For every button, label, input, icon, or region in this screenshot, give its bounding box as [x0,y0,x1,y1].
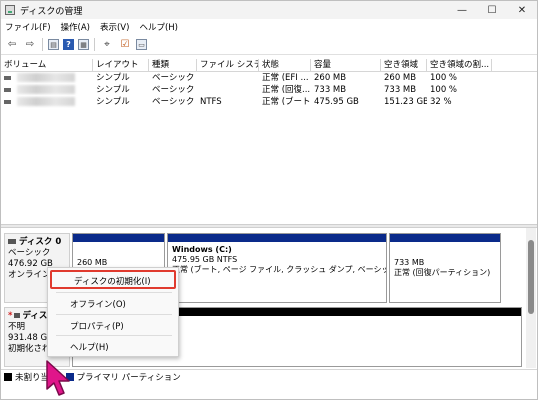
scrollbar-thumb[interactable] [528,240,534,314]
cell-file-system: NTFS [200,97,222,107]
help-icon[interactable]: ? [63,39,74,50]
table-row[interactable]: シンプル ベーシック 正常 (EFI ... 260 MB 260 MB 100… [1,72,537,84]
menu-bar: ファイル(F) 操作(A) 表示(V) ヘルプ(H) [1,19,537,35]
menu-action[interactable]: 操作(A) [61,21,90,33]
volume-list: ボリューム レイアウト 種類 ファイル システム 状態 容量 空き領域 空き領域… [1,59,537,108]
disk-0-name: ディスク 0 [19,237,62,247]
check-icon[interactable]: ☑ [118,38,132,52]
redacted-volume-name [17,85,75,94]
partition-bar [168,234,386,242]
cell-status: 正常 (回復... [262,85,311,95]
cell-capacity: 733 MB [314,85,347,95]
menu-view[interactable]: 表示(V) [100,21,129,33]
cell-capacity: 260 MB [314,73,347,83]
disk-icon [8,239,16,244]
disk-management-icon [5,5,15,15]
cell-file-system [197,84,259,96]
forward-arrow-icon[interactable]: ⇨ [23,38,37,52]
cell-capacity: 475.95 GB [314,97,359,107]
menu-help[interactable]: ヘルプ(H) [139,21,178,33]
partition-bar [390,234,500,242]
column-status[interactable]: 状態 [259,59,311,71]
drive-icon [4,87,11,92]
properties-icon[interactable]: ▦ [78,39,89,50]
partition-recovery-size: 733 MB [394,258,425,267]
drive-icon [4,75,11,80]
partition-c-size: 475.95 GB NTFS [172,255,238,264]
disk-unknown-icon: * [8,311,13,321]
title-bar: ディスクの管理 — ☐ ✕ [1,1,537,19]
maximize-button[interactable]: ☐ [477,1,507,19]
disk-0-type: ベーシック [8,248,51,258]
close-button[interactable]: ✕ [507,1,537,19]
cell-free-space: 733 MB [384,85,417,95]
partition-c-name: Windows (C:) [172,245,232,254]
cell-layout: シンプル [96,73,130,83]
partition-windows-c[interactable]: Windows (C:) 475.95 GB NTFS 正常 (ブート, ページ… [167,233,387,303]
table-row[interactable]: シンプル ベーシック 正常 (回復... 733 MB 733 MB 100 % [1,84,537,96]
disk-icon [14,313,21,318]
context-menu: ディスクの初期化(I) オフライン(O) プロパティ(P) ヘルプ(H) [47,267,179,357]
menu-item-initialize-disk[interactable]: ディスクの初期化(I) [74,275,151,287]
column-file-system[interactable]: ファイル システム [197,59,259,71]
volume-list-header: ボリューム レイアウト 種類 ファイル システム 状態 容量 空き領域 空き領域… [1,59,537,72]
column-volume[interactable]: ボリューム [1,59,93,71]
legend-bar: 未割り当て プライマリ パーティション [1,369,537,383]
cell-type: ベーシック [152,85,195,95]
minimize-button[interactable]: — [447,1,477,19]
cell-type: ベーシック [152,73,195,83]
redacted-volume-name [17,73,75,82]
column-free-space[interactable]: 空き領域 [381,59,427,71]
redacted-volume-name [17,97,75,106]
toolbar-divider [42,38,43,51]
column-type[interactable]: 種類 [149,59,197,71]
mouse-cursor-icon [46,360,70,396]
legend-unallocated-swatch [4,372,12,381]
toolbar-divider [94,38,95,51]
partition-c-status: 正常 (ブート, ページ ファイル, クラッシュ ダンプ, ベーシック データ … [172,265,386,274]
cell-type: ベーシック [152,97,195,107]
window-icon[interactable]: ▭ [136,39,147,50]
cell-percent-free: 100 % [430,73,458,83]
cell-percent-free: 100 % [430,85,458,95]
toolbar: ⇦ ⇨ ▤ ? ▦ ⌖ ☑ ▭ [1,35,537,55]
connect-icon[interactable]: ⌖ [100,38,114,52]
menu-separator [56,292,172,293]
menu-file[interactable]: ファイル(F) [5,21,51,33]
menu-separator [56,314,172,315]
menu-item-help[interactable]: ヘルプ(H) [70,341,109,353]
vertical-scrollbar[interactable] [526,228,536,368]
drive-icon [4,99,11,104]
legend-primary: プライマリ パーティション [76,372,181,383]
cell-status: 正常 (ブート... [262,97,311,107]
disk-management-window: ディスクの管理 — ☐ ✕ ファイル(F) 操作(A) 表示(V) ヘルプ(H)… [0,0,538,400]
back-arrow-icon[interactable]: ⇦ [5,38,19,52]
cell-layout: シンプル [96,97,130,107]
list-view-icon[interactable]: ▤ [48,39,59,50]
cell-percent-free: 32 % [430,97,452,107]
partition-recovery[interactable]: 733 MB 正常 (回復パーティション) [389,233,501,303]
column-layout[interactable]: レイアウト [93,59,149,71]
partition-recovery-status: 正常 (回復パーティション) [394,268,491,277]
menu-item-properties[interactable]: プロパティ(P) [70,320,124,332]
cell-free-space: 151.23 GB [384,97,427,107]
menu-separator [56,335,172,336]
cell-free-space: 260 MB [384,73,417,83]
window-title: ディスクの管理 [20,6,83,17]
cell-status: 正常 (EFI ... [262,73,309,83]
menu-item-offline[interactable]: オフライン(O) [70,298,126,310]
partition-bar [73,234,164,242]
column-capacity[interactable]: 容量 [311,59,381,71]
cell-layout: シンプル [96,85,130,95]
column-percent-free[interactable]: 空き領域の割... [427,59,492,71]
cell-file-system [197,72,259,84]
table-row[interactable]: シンプル ベーシック NTFS 正常 (ブート... 475.95 GB 151… [1,96,537,108]
